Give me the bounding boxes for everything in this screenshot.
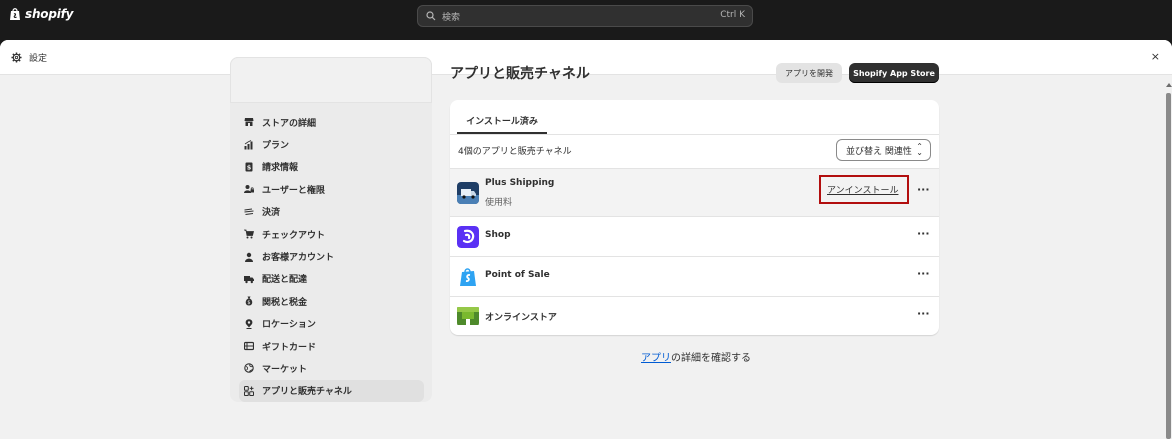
- app-row-point-of-sale[interactable]: Point of Sale ···: [450, 256, 939, 296]
- location-icon: [244, 319, 254, 329]
- sidebar-item-label: 関税と税金: [262, 297, 308, 308]
- app-name: Shop: [485, 230, 511, 240]
- settings-nav: ストアの詳細 プラン $ 請求情報 ユーザーと権限 決済 チェックアウト お客様…: [239, 111, 424, 403]
- sidebar-item-label: 配送と配達: [262, 275, 308, 286]
- sidebar-store-header: [230, 57, 432, 103]
- sidebar-item-taxes[interactable]: $ 関税と税金: [239, 290, 424, 312]
- svg-text:$: $: [247, 163, 252, 171]
- shopify-app-store-button[interactable]: Shopify App Store: [849, 63, 939, 83]
- close-icon[interactable]: ×: [1151, 50, 1160, 63]
- search-icon: [426, 11, 436, 21]
- apps-count: 4個のアプリと販売チャネル: [458, 147, 572, 157]
- app-row-plus-shipping[interactable]: Plus Shipping 使用料 アンインストール ···: [450, 168, 939, 216]
- learn-more-text: アプリの詳細を確認する: [641, 349, 751, 364]
- sidebar-item-users[interactable]: ユーザーと権限: [239, 178, 424, 200]
- app-name: Plus Shipping: [485, 178, 555, 188]
- develop-apps-button[interactable]: アプリを開発: [776, 63, 842, 83]
- uninstall-link[interactable]: アンインストール: [827, 183, 898, 196]
- more-actions-icon[interactable]: ···: [917, 183, 930, 196]
- plan-icon: [244, 139, 254, 150]
- truck-icon: [244, 274, 254, 284]
- app-usage-label: 使用料: [485, 198, 513, 208]
- plus-shipping-icon: [457, 182, 479, 204]
- more-actions-icon[interactable]: ···: [917, 267, 930, 280]
- users-icon: [244, 184, 254, 194]
- person-icon: [244, 252, 254, 262]
- search-input[interactable]: 検索 Ctrl K: [417, 5, 753, 27]
- sidebar-item-locations[interactable]: ロケーション: [239, 313, 424, 335]
- app-name: オンラインストア: [485, 313, 557, 323]
- scrollbar[interactable]: [1165, 75, 1172, 439]
- installed-apps-card: インストール済み 4個のアプリと販売チャネル 並び替え 関連性 ⌃ ⌄ Plus …: [450, 100, 939, 335]
- sidebar-item-gift-cards[interactable]: ギフトカード: [239, 335, 424, 357]
- divider: [450, 134, 939, 135]
- apps-icon: [244, 385, 254, 396]
- more-actions-icon[interactable]: ···: [917, 307, 930, 320]
- sidebar-item-billing[interactable]: $ 請求情報: [239, 156, 424, 178]
- chevron-up-down-icon: ⌃ ⌄: [916, 142, 923, 157]
- sidebar-item-store-details[interactable]: ストアの詳細: [239, 111, 424, 133]
- sidebar-item-label: マーケット: [262, 364, 308, 375]
- sidebar-item-shipping[interactable]: 配送と配達: [239, 268, 424, 290]
- cart-icon: [244, 229, 254, 239]
- sidebar-item-label: ユーザーと権限: [262, 185, 325, 196]
- top-bar: shopify 検索 Ctrl K: [0, 0, 1172, 33]
- sidebar-item-payments[interactable]: 決済: [239, 201, 424, 223]
- learn-more-rest: の詳細を確認する: [671, 353, 751, 364]
- scroll-up-icon[interactable]: [1166, 83, 1172, 87]
- scroll-thumb[interactable]: [1166, 93, 1171, 439]
- sidebar-item-label: 決済: [262, 208, 281, 219]
- globe-icon: [244, 363, 254, 374]
- sidebar-item-apps[interactable]: アプリと販売チャネル: [239, 379, 424, 403]
- sidebar-item-label: ギフトカード: [262, 342, 317, 353]
- online-store-icon: [457, 305, 479, 327]
- gear-icon: [11, 52, 22, 63]
- logo-text: shopify: [25, 7, 74, 21]
- store-icon: [244, 117, 254, 127]
- app-row-online-store[interactable]: オンラインストア ···: [450, 296, 939, 335]
- page-title: アプリと販売チャネル: [450, 66, 590, 82]
- sidebar-item-label: 請求情報: [262, 163, 299, 174]
- settings-sidebar: ストアの詳細 プラン $ 請求情報 ユーザーと権限 決済 チェックアウト お客様…: [230, 57, 432, 403]
- sidebar-item-customer-accounts[interactable]: お客様アカウント: [239, 245, 424, 267]
- sort-select[interactable]: 並び替え 関連性 ⌃ ⌄: [836, 139, 931, 161]
- more-actions-icon[interactable]: ···: [917, 227, 930, 240]
- svg-text:$: $: [247, 300, 250, 306]
- apps-learn-more-link[interactable]: アプリ: [641, 353, 671, 364]
- shopify-bag-icon: [10, 8, 20, 20]
- app-name: Point of Sale: [485, 270, 550, 280]
- sidebar-item-label: ストアの詳細: [262, 118, 317, 129]
- tab-installed[interactable]: インストール済み: [457, 106, 547, 134]
- sidebar-item-label: プラン: [262, 141, 290, 152]
- search-placeholder: 検索: [442, 13, 461, 23]
- sidebar-item-label: お客様アカウント: [262, 253, 335, 264]
- modal-title: 設定: [29, 54, 48, 64]
- gift-card-icon: [244, 341, 254, 351]
- sidebar-item-markets[interactable]: マーケット: [239, 357, 424, 379]
- payments-icon: [244, 207, 254, 217]
- sidebar-item-plan[interactable]: プラン: [239, 133, 424, 155]
- sidebar-item-label: ロケーション: [262, 320, 316, 331]
- sidebar-item-checkout[interactable]: チェックアウト: [239, 223, 424, 245]
- pos-icon: [457, 266, 479, 288]
- sort-label: 並び替え 関連性: [846, 146, 912, 157]
- tax-icon: $: [244, 296, 254, 306]
- sidebar-item-label: チェックアウト: [262, 230, 326, 241]
- shopify-logo[interactable]: shopify: [9, 7, 73, 21]
- sidebar-item-label: アプリと販売チャネル: [262, 387, 352, 398]
- app-row-shop[interactable]: Shop ···: [450, 216, 939, 256]
- search-shortcut: Ctrl K: [720, 10, 745, 20]
- shop-icon: [457, 226, 479, 248]
- billing-icon: $: [244, 162, 254, 172]
